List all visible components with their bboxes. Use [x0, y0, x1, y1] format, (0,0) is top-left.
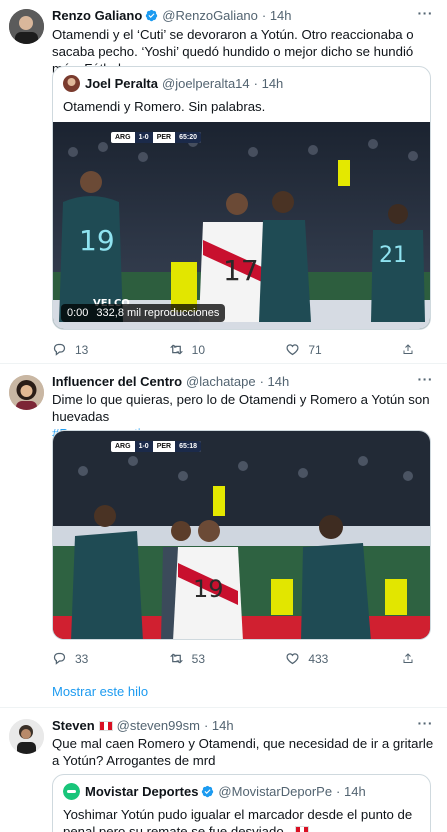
- peru-flag-icon: [98, 720, 113, 731]
- quoted-author-handle: @MovistarDeporPe: [218, 784, 333, 799]
- retweet-count: 53: [191, 651, 206, 666]
- more-dots-icon[interactable]: ···: [418, 715, 434, 731]
- tweet[interactable]: Renzo Galiano @RenzoGaliano · 14h ··· Ot…: [0, 0, 447, 364]
- like-count: 433: [308, 651, 329, 666]
- author-handle[interactable]: @RenzoGaliano: [162, 8, 258, 23]
- quoted-author-handle: @joelperalta14: [162, 76, 250, 91]
- tweet-header: Steven @steven99sm · 14h: [52, 718, 437, 733]
- reply-count: 13: [75, 342, 89, 357]
- svg-text:21: 21: [379, 243, 407, 268]
- video-frame: 19: [53, 431, 430, 639]
- heart-icon: [286, 344, 299, 356]
- author-handle[interactable]: @lachatape: [186, 374, 256, 389]
- tweet-header: Influencer del Centro @lachatape · 14h: [52, 374, 437, 389]
- video-overlay: 0:00 332,8 mil reproducciones: [61, 304, 226, 322]
- score-result: 1-0: [134, 132, 153, 143]
- retweet-icon: [169, 344, 183, 355]
- share-icon: [403, 653, 413, 663]
- retweet-button[interactable]: 10: [169, 342, 261, 357]
- more-dots-icon[interactable]: ···: [418, 371, 434, 387]
- score-home: ARG: [115, 134, 131, 141]
- timestamp[interactable]: · 14h: [262, 8, 292, 23]
- author-name[interactable]: Influencer del Centro: [52, 374, 182, 389]
- show-thread-link[interactable]: Mostrar este hilo: [52, 684, 148, 699]
- quoted-tweet-header: Movistar Deportes @MovistarDeporPe · 14h: [63, 783, 366, 800]
- match-clock: 65:18: [175, 441, 201, 452]
- quoted-tweet[interactable]: Joel Peralta @joelperalta14 · 14h Otamen…: [52, 66, 431, 330]
- like-count: 71: [308, 342, 322, 357]
- verified-badge-icon: [202, 785, 214, 798]
- reply-button[interactable]: 13: [52, 342, 144, 357]
- video-player[interactable]: 19 17 21 VELCO: [53, 122, 430, 329]
- quoted-tweet-header: Joel Peralta @joelperalta14 · 14h: [63, 75, 283, 92]
- quoted-author-name: Movistar Deportes: [85, 784, 199, 799]
- quoted-tweet[interactable]: Movistar Deportes @MovistarDeporPe · 14h…: [52, 774, 431, 832]
- score-result: 1-0: [134, 441, 153, 452]
- quoted-tweet-text-body: Yoshimar Yotún pudo igualar el marcador …: [63, 807, 413, 832]
- reply-icon: [53, 652, 66, 665]
- svg-text:19: 19: [193, 575, 224, 603]
- quoted-timestamp: · 14h: [336, 784, 366, 799]
- quoted-tweet-text: Yoshimar Yotún pudo igualar el marcador …: [63, 806, 420, 832]
- tweet-text-body: Dime lo que quieras, pero lo de Otamendi…: [52, 392, 430, 424]
- avatar[interactable]: [9, 9, 44, 44]
- video-frame: 19 17 21 VELCO: [53, 122, 430, 329]
- quoted-avatar: [63, 783, 80, 800]
- avatar[interactable]: [9, 719, 44, 754]
- peru-flag-icon: [295, 826, 310, 832]
- video-player[interactable]: 19 ARG 1-0 PER 65:18: [52, 430, 431, 640]
- more-dots-icon[interactable]: ···: [418, 5, 434, 21]
- video-views: 332,8 mil reproducciones: [96, 307, 220, 319]
- heart-icon: [286, 653, 299, 665]
- score-home: ARG: [115, 443, 131, 450]
- match-clock: 65:20: [175, 132, 201, 143]
- svg-text:19: 19: [79, 224, 115, 257]
- share-button[interactable]: [402, 651, 422, 666]
- video-elapsed: 0:00: [67, 307, 89, 319]
- scoreboard: ARG 1-0 PER 65:20: [111, 132, 201, 143]
- reply-button[interactable]: 33: [52, 651, 144, 666]
- quoted-tweet-text: Otamendi y Romero. Sin palabras.: [63, 99, 266, 114]
- like-button[interactable]: 71: [285, 342, 377, 357]
- quoted-author-name: Joel Peralta: [85, 76, 158, 91]
- avatar[interactable]: [9, 375, 44, 410]
- tweet[interactable]: Influencer del Centro @lachatape · 14h ·…: [0, 364, 447, 708]
- quoted-avatar: [63, 75, 80, 92]
- author-name[interactable]: Renzo Galiano: [52, 8, 142, 23]
- retweet-icon: [169, 653, 183, 664]
- retweet-count: 10: [191, 342, 206, 357]
- score-away: PER: [156, 134, 172, 141]
- scoreboard: ARG 1-0 PER 65:18: [111, 441, 201, 452]
- author-name[interactable]: Steven: [52, 718, 95, 733]
- like-button[interactable]: 433: [285, 651, 377, 666]
- reply-count: 33: [75, 651, 89, 666]
- retweet-button[interactable]: 53: [169, 651, 261, 666]
- tweet-actions: 13 10 71: [52, 342, 422, 357]
- timestamp[interactable]: · 14h: [260, 374, 290, 389]
- reply-icon: [53, 343, 66, 356]
- share-icon: [403, 344, 413, 354]
- tweet-header: Renzo Galiano @RenzoGaliano · 14h: [52, 8, 437, 23]
- share-button[interactable]: [402, 342, 422, 357]
- tweet-actions: 33 53 433: [52, 651, 422, 666]
- author-handle[interactable]: @steven99sm: [117, 718, 200, 733]
- verified-badge-icon: [146, 9, 158, 22]
- timestamp[interactable]: · 14h: [204, 718, 234, 733]
- tweet-text: Que mal caen Romero y Otamendi, que nece…: [52, 736, 434, 768]
- quoted-timestamp: · 14h: [253, 76, 284, 91]
- svg-text:17: 17: [223, 254, 259, 287]
- tweet[interactable]: Steven @steven99sm · 14h ··· Que mal cae…: [0, 708, 447, 832]
- score-away: PER: [156, 443, 172, 450]
